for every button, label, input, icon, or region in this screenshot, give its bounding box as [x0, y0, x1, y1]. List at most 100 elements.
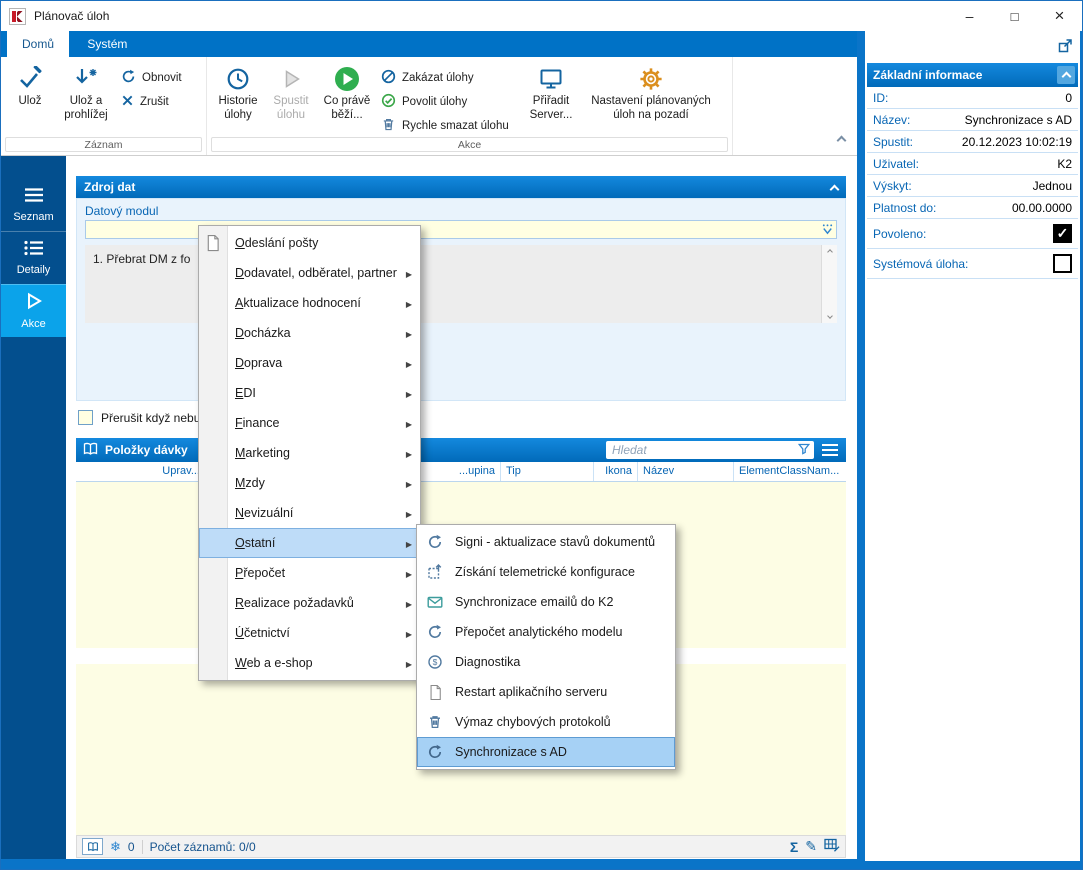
refresh-button[interactable]: Obnovit: [117, 69, 186, 87]
window-title: Plánovač úloh: [34, 9, 110, 23]
search-input[interactable]: [606, 442, 798, 458]
menu-icon[interactable]: [822, 444, 838, 456]
column-upraveno[interactable]: Uprav...: [76, 462, 206, 481]
menu-item-doprava[interactable]: Doprava: [199, 348, 420, 378]
sum-icon[interactable]: [790, 839, 798, 855]
scroll-down-icon[interactable]: [826, 313, 833, 319]
save-and-view-button[interactable]: Ulož a prohlížej: [55, 60, 117, 123]
cancel-button[interactable]: Zrušit: [117, 93, 186, 111]
panel-collapse-button[interactable]: [1057, 66, 1075, 84]
edit-icon[interactable]: [805, 838, 817, 855]
submenu-item-vymaz-protokolu[interactable]: Výmaz chybových protokolů: [417, 707, 675, 737]
submenu-arrow-icon: [402, 536, 412, 550]
submenu-item-telemetrie[interactable]: Získání telemetrické konfigurace: [417, 557, 675, 587]
refresh-icon: [426, 624, 444, 640]
list-icon: [24, 187, 44, 206]
column-ikona[interactable]: Ikona: [594, 462, 638, 481]
menu-item-edi[interactable]: EDI: [199, 378, 420, 408]
column-elementclassname[interactable]: ElementClassNam...: [734, 462, 846, 481]
running-now-button[interactable]: Co právě běží...: [317, 60, 377, 123]
menu-item-dochazka[interactable]: Docházka: [199, 318, 420, 348]
grid-edit-icon[interactable]: [824, 838, 840, 855]
menu-item-finance[interactable]: Finance: [199, 408, 420, 438]
close-button[interactable]: [1037, 1, 1082, 31]
popout-icon[interactable]: [1057, 38, 1073, 57]
source-section-title: Zdroj dat: [84, 180, 136, 194]
scroll-up-icon[interactable]: [826, 249, 833, 255]
details-icon: [23, 240, 44, 259]
menu-item-odeslani-posty[interactable]: Odeslání pošty: [199, 228, 420, 258]
collapse-chevron-icon[interactable]: [829, 182, 840, 196]
menu-item-marketing[interactable]: Marketing: [199, 438, 420, 468]
cancel-x-icon: [121, 94, 134, 110]
ribbon-collapse-chevron[interactable]: [836, 133, 847, 147]
interrupt-checkbox[interactable]: [78, 410, 93, 425]
gear-icon: [638, 63, 664, 95]
submenu-item-prepocet-modelu[interactable]: Přepočet analytického modelu: [417, 617, 675, 647]
save-label: Ulož: [18, 95, 42, 107]
interrupt-label: Přerušit když nebu: [101, 410, 201, 425]
memo-scrollbar[interactable]: [821, 245, 837, 323]
menu-item-ostatni[interactable]: Ostatní: [199, 528, 420, 558]
system-task-checkbox[interactable]: [1053, 254, 1072, 273]
menu-item-realizace-pozadavku[interactable]: Realizace požadavků: [199, 588, 420, 618]
disable-tasks-button[interactable]: Zakázat úlohy: [377, 69, 519, 87]
maximize-button[interactable]: [992, 1, 1037, 31]
submenu-item-synchronizace-s-ad[interactable]: Synchronizace s AD: [417, 737, 675, 767]
field-row-nazev: Název: Synchronizace s AD: [867, 109, 1078, 131]
run-task-label: Spustit úlohu: [273, 95, 309, 121]
tab-domu[interactable]: Domů: [7, 31, 70, 57]
grid-header: Uprav... ...upina Tip Ikona Název Elemen…: [76, 462, 846, 482]
enabled-checkbox[interactable]: [1053, 224, 1072, 243]
disable-tasks-label: Zakázat úlohy: [402, 72, 474, 84]
delete-icon: [426, 714, 444, 730]
ribbon-group-zaznam: Ulož Ulož a prohlížej Obnovit Zrušit Záz…: [1, 57, 207, 155]
mail-icon: [426, 594, 444, 610]
enable-tasks-label: Povolit úlohy: [402, 96, 468, 108]
menu-item-aktualizace-hodnoceni[interactable]: Aktualizace hodnocení: [199, 288, 420, 318]
save-view-icon: [73, 63, 99, 95]
source-section-header[interactable]: Zdroj dat: [76, 176, 846, 198]
minimize-button[interactable]: [947, 1, 992, 31]
enable-tasks-button[interactable]: Povolit úlohy: [377, 93, 519, 111]
menu-item-prepocet[interactable]: Přepočet: [199, 558, 420, 588]
quick-delete-button[interactable]: Rychle smazat úlohu: [377, 117, 519, 135]
run-task-button[interactable]: Spustit úlohu: [265, 60, 317, 123]
sidebar-item-akce[interactable]: Akce: [1, 284, 66, 337]
tab-system[interactable]: Systém: [72, 31, 142, 57]
submenu-item-synchronizace-emailu[interactable]: Synchronizace emailů do K2: [417, 587, 675, 617]
save-icon: [17, 63, 43, 95]
monitor-icon: [538, 63, 564, 95]
cancel-label: Zrušit: [140, 96, 169, 108]
field-row-id: ID: 0: [867, 87, 1078, 109]
sidebar-item-seznam[interactable]: Seznam: [1, 178, 66, 231]
menu-item-web-a-eshop[interactable]: Web a e-shop: [199, 648, 420, 678]
title-bar: Plánovač úloh: [1, 1, 1082, 31]
menu-item-mzdy[interactable]: Mzdy: [199, 468, 420, 498]
dropdown-icon[interactable]: [821, 223, 834, 239]
column-nazev[interactable]: Název: [638, 462, 734, 481]
book-icon: [82, 441, 99, 459]
filter-icon[interactable]: [797, 443, 814, 458]
menu-item-ucetnictvi[interactable]: Účetnictví: [199, 618, 420, 648]
submenu-arrow-icon: [402, 446, 412, 460]
menu-item-dodavatel[interactable]: Dodavatel, odběratel, partner: [199, 258, 420, 288]
background-settings-label: Nastavení plánovaných úloh na pozadí: [591, 95, 711, 121]
sidebar-item-detaily[interactable]: Detaily: [1, 231, 66, 284]
submenu-item-signi[interactable]: Signi - aktualizace stavů dokumentů: [417, 527, 675, 557]
submenu-arrow-icon: [402, 416, 412, 430]
submenu-item-restart-serveru[interactable]: Restart aplikačního serveru: [417, 677, 675, 707]
submenu-arrow-icon: [402, 356, 412, 370]
task-history-button[interactable]: Historie úlohy: [211, 60, 265, 123]
menu-item-nevizualni[interactable]: Nevizuální: [199, 498, 420, 528]
submenu-item-diagnostika[interactable]: $ Diagnostika: [417, 647, 675, 677]
save-button[interactable]: Ulož: [5, 60, 55, 109]
column-tip[interactable]: Tip: [501, 462, 594, 481]
background-settings-button[interactable]: Nastavení plánovaných úloh na pozadí: [583, 60, 719, 123]
document-icon: [205, 234, 220, 255]
submenu-arrow-icon: [402, 296, 412, 310]
columns-button[interactable]: [82, 838, 103, 855]
assign-server-button[interactable]: Přiřadit Server...: [519, 60, 583, 123]
window-controls: [947, 1, 1082, 31]
trash-icon: [381, 117, 396, 135]
